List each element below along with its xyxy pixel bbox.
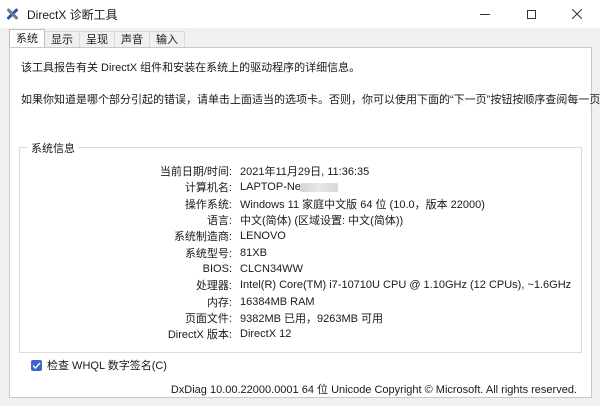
info-label: DirectX 版本: [167, 329, 232, 342]
minimize-icon [480, 13, 490, 15]
tab-input[interactable]: 输入 [149, 31, 185, 47]
info-row-bios: BIOS: CLCN34WW [20, 261, 581, 277]
maximize-button[interactable] [508, 0, 554, 28]
window-title: DirectX 诊断工具 [27, 7, 118, 22]
whql-label: 检查 WHQL 数字签名(C) [47, 360, 167, 372]
directx-app-icon [5, 7, 19, 21]
title-bar: DirectX 诊断工具 [0, 0, 600, 28]
tab-system[interactable]: 系统 [9, 29, 45, 47]
info-value: 81XB [240, 246, 267, 259]
minimize-button[interactable] [462, 0, 508, 28]
checkmark-icon [32, 362, 41, 369]
close-icon [572, 9, 582, 19]
info-row-os: 操作系统: Windows 11 家庭中文版 64 位 (10.0，版本 220… [20, 196, 581, 212]
info-row-processor: 处理器: Intel(R) Core(TM) i7-10710U CPU @ 1… [20, 277, 581, 293]
intro-text-1: 该工具报告有关 DirectX 组件和安装在系统上的驱动程序的详细信息。 [21, 62, 361, 74]
info-value: 中文(简体) (区域设置: 中文(简体)) [240, 215, 404, 228]
system-info-title: 系统信息 [28, 140, 78, 156]
whql-check-option[interactable]: 检查 WHQL 数字签名(C) [31, 357, 167, 373]
info-row-memory: 内存: 16384MB RAM [20, 293, 581, 309]
info-label: 系统制造商: [173, 231, 232, 244]
info-value: LENOVO [240, 230, 286, 243]
info-label: 系统型号: [184, 247, 232, 260]
info-label: 内存: [206, 296, 232, 309]
info-value: 2021年11月29日, 11:36:35 [240, 166, 370, 179]
info-label: BIOS: [202, 262, 232, 275]
close-button[interactable] [554, 0, 600, 28]
info-label: 计算机名: [184, 182, 232, 195]
info-row-pagefile: 页面文件: 9382MB 已用，9263MB 可用 [20, 310, 581, 326]
info-row-directx-version: DirectX 版本: DirectX 12 [20, 326, 581, 342]
tab-render[interactable]: 呈现 [79, 31, 115, 47]
version-copyright: DxDiag 10.00.22000.0001 64 位 Unicode Cop… [170, 384, 577, 396]
system-info-group: 系统信息 当前日期/时间: 2021年11月29日, 11:36:35 计算机名… [19, 140, 582, 353]
tab-panel-system: 该工具报告有关 DirectX 组件和安装在系统上的驱动程序的详细信息。 如果你… [9, 47, 600, 398]
info-row-model: 系统型号: 81XB [20, 244, 581, 260]
tab-strip: 系统 显示 呈现 声音 输入 [9, 29, 185, 47]
info-row-manufacturer: 系统制造商: LENOVO [20, 228, 581, 244]
info-value: 16384MB RAM [240, 295, 315, 308]
window-controls [462, 0, 600, 28]
info-value: 9382MB 已用，9263MB 可用 [240, 312, 384, 325]
whql-checkbox[interactable] [31, 359, 42, 371]
info-value: Intel(R) Core(TM) i7-10710U CPU @ 1.10GH… [240, 279, 572, 292]
info-value-wrapper: LAPTOP-Ne [232, 181, 338, 193]
tab-display[interactable]: 显示 [44, 31, 80, 47]
redacted-blur [299, 183, 338, 193]
maximize-icon [526, 9, 536, 19]
info-row-language: 语言: 中文(简体) (区域设置: 中文(简体)) [20, 212, 581, 228]
info-label: 当前日期/时间: [159, 166, 232, 179]
tab-sound[interactable]: 声音 [114, 31, 150, 47]
system-info-rows: 当前日期/时间: 2021年11月29日, 11:36:35 计算机名: LAP… [20, 163, 581, 342]
info-value: CLCN34WW [240, 262, 303, 275]
intro-text-2: 如果你知道是哪个部分引起的错误，请单击上面适当的选项卡。否则，你可以使用下面的“… [21, 94, 600, 106]
info-label: 操作系统: [184, 198, 232, 211]
info-label: 语言: [206, 215, 232, 228]
info-value: LAPTOP-Ne [240, 181, 301, 194]
info-row-datetime: 当前日期/时间: 2021年11月29日, 11:36:35 [20, 163, 581, 179]
info-label: 处理器: [195, 280, 232, 293]
info-value: Windows 11 家庭中文版 64 位 (10.0，版本 22000) [240, 198, 485, 211]
info-value: DirectX 12 [240, 328, 292, 341]
info-row-computer-name: 计算机名: LAPTOP-Ne [20, 179, 581, 195]
info-label: 页面文件: [184, 312, 232, 325]
